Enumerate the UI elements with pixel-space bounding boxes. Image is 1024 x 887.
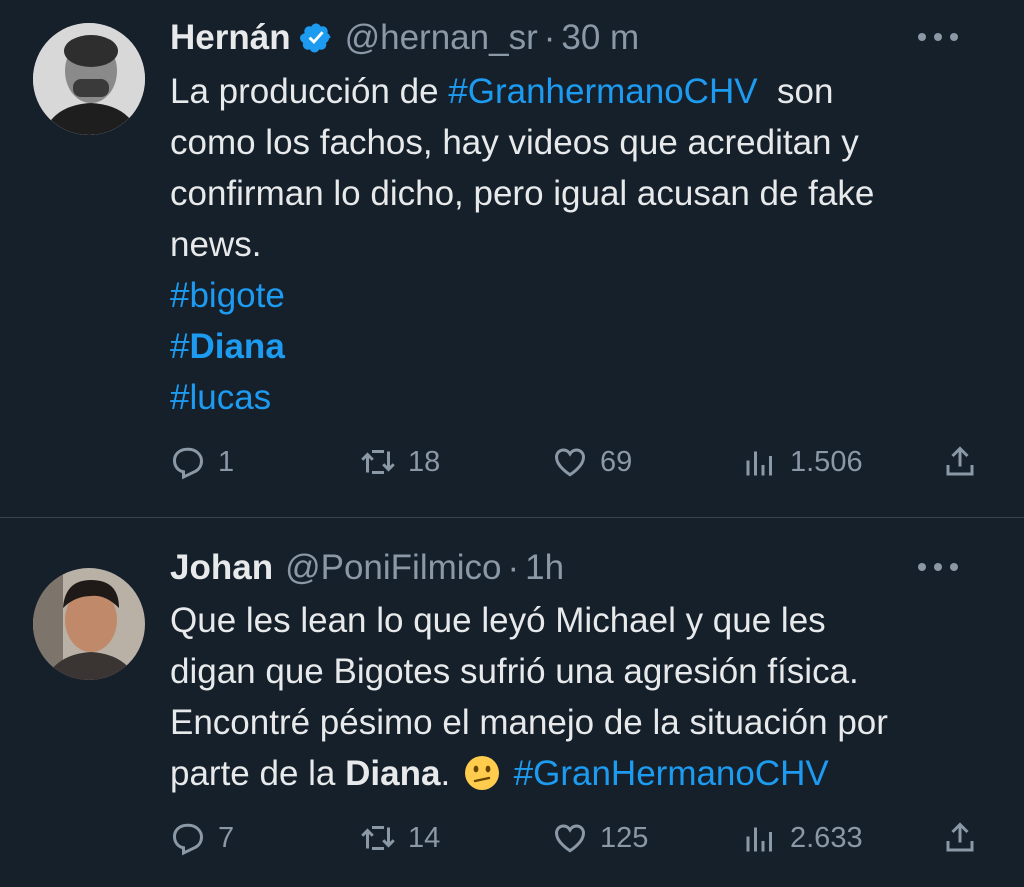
separator-dot: ·: [507, 548, 520, 587]
views-chart-icon: [746, 451, 772, 476]
hashtag-link[interactable]: #GranhermanoCHV: [448, 72, 757, 111]
reply-count: 7: [218, 821, 235, 854]
handle[interactable]: @hernan_sr: [345, 18, 538, 58]
retweet-count: 18: [408, 445, 441, 478]
retweet-button[interactable]: 14: [360, 816, 440, 860]
share-button[interactable]: [942, 440, 978, 484]
views-button[interactable]: 1.506: [742, 440, 863, 484]
timestamp[interactable]: 30 m: [561, 18, 639, 58]
hashtag-word: Diana: [189, 327, 285, 366]
share-icon: [946, 446, 974, 476]
hashtag-link[interactable]: #GranHermanoCHV: [514, 754, 829, 793]
action-bar: 7 14 125 2.633: [170, 816, 994, 860]
more-options-icon[interactable]: [918, 560, 958, 574]
text-segment: son: [757, 72, 834, 111]
avatar-johan[interactable]: [33, 568, 145, 680]
text-line: confirman lo dicho, pero igual acusan de…: [170, 174, 875, 213]
retweet-icon: [361, 826, 395, 850]
retweet-icon: [361, 450, 395, 474]
more-options-icon[interactable]: [918, 30, 958, 44]
tweet-johan[interactable]: Johan @PoniFilmico · 1h Que les lean lo …: [0, 518, 1024, 887]
reply-button[interactable]: 7: [170, 816, 234, 860]
tweet-text: Que les lean lo que leyó Michael y que l…: [170, 595, 984, 799]
like-count: 125: [600, 821, 649, 854]
share-icon: [946, 822, 974, 852]
tweet-header: Johan @PoniFilmico · 1h: [170, 548, 994, 588]
share-button[interactable]: [942, 816, 978, 860]
view-count: 1.506: [790, 445, 863, 478]
text-line: Encontré pésimo el manejo de la situació…: [170, 703, 888, 742]
like-count: 69: [600, 445, 633, 478]
reply-icon: [172, 447, 204, 480]
text-segment: parte de la: [170, 754, 346, 793]
hashtag-link[interactable]: #Diana: [170, 321, 984, 372]
hashtag-link[interactable]: #bigote: [170, 276, 285, 315]
reply-icon: [172, 823, 204, 856]
tweet-text: La producción de #GranhermanoCHV son com…: [170, 66, 984, 423]
handle[interactable]: @PoniFilmico: [285, 548, 501, 588]
avatar-hernan[interactable]: [33, 23, 145, 135]
reply-button[interactable]: 1: [170, 440, 234, 484]
text-segment: La producción de: [170, 72, 449, 111]
text-segment: .: [440, 754, 451, 793]
tweet-header: Hernán @hernan_sr · 30 m: [170, 18, 994, 58]
retweet-button[interactable]: 18: [360, 440, 440, 484]
action-bar: 1 18 69 1.506: [170, 440, 994, 484]
text-line: digan que Bigotes sufrió una agresión fí…: [170, 652, 859, 691]
hashtag-link[interactable]: #lucas: [170, 378, 271, 417]
view-count: 2.633: [790, 821, 863, 854]
timestamp[interactable]: 1h: [525, 548, 564, 588]
separator-dot: ·: [543, 18, 556, 57]
confused-face-icon: [464, 756, 499, 790]
like-button[interactable]: 125: [552, 816, 648, 860]
display-name[interactable]: Hernán: [170, 18, 291, 58]
views-chart-icon: [746, 827, 772, 852]
retweet-count: 14: [408, 821, 441, 854]
verified-badge-icon: [299, 23, 331, 53]
text-line: como los fachos, hay videos que acredita…: [170, 123, 859, 162]
heart-icon: [554, 824, 586, 853]
hashtag-hash: #: [170, 327, 190, 366]
tweet-hernan[interactable]: Hernán @hernan_sr · 30 m La producción d…: [0, 0, 1024, 518]
bold-text: Diana: [345, 754, 441, 793]
heart-icon: [554, 448, 586, 477]
reply-count: 1: [218, 445, 235, 478]
text-line: Que les lean lo que leyó Michael y que l…: [170, 601, 826, 640]
like-button[interactable]: 69: [552, 440, 632, 484]
views-button[interactable]: 2.633: [742, 816, 863, 860]
text-line: news.: [170, 225, 262, 264]
display-name[interactable]: Johan: [170, 548, 273, 588]
